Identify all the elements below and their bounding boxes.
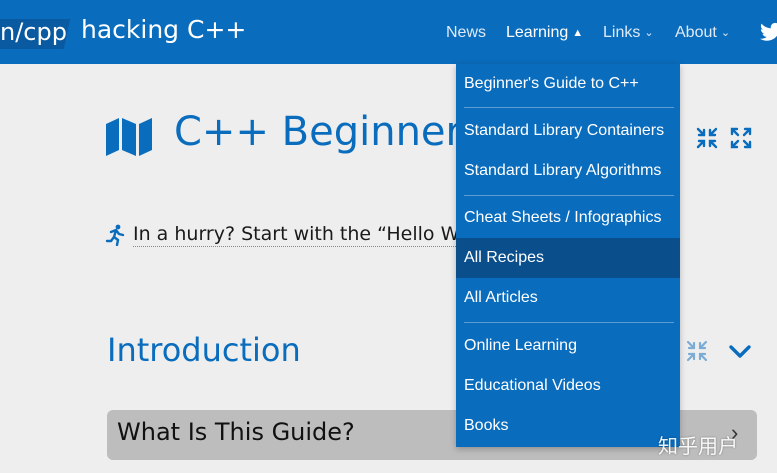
map-icon [106,118,152,156]
chevron-up-icon: ▲ [572,27,584,39]
chevron-down-icon: ⌄ [720,27,731,39]
menu-item-all-recipes[interactable]: All Recipes [456,238,680,278]
hurry-link[interactable]: In a hurry? Start with the “Hello Wo [133,223,470,247]
nav-learning[interactable]: Learning ▲ [506,24,583,42]
menu-divider [464,322,674,323]
nav-about[interactable]: About ⌄ [675,24,730,42]
nav-news-label: News [446,24,487,41]
learning-dropdown-menu: Beginner's Guide to C++ Standard Library… [456,64,680,447]
nav-news[interactable]: News [446,24,486,42]
chevron-down-icon[interactable] [728,342,752,362]
menu-divider [464,107,674,108]
nav-links-label: Links [603,24,641,41]
nav-about-label: About [675,24,717,41]
site-title[interactable]: hacking C++ [81,15,246,44]
collapse-all-icon[interactable] [696,127,718,149]
menu-divider [464,195,674,196]
menu-item-std-algorithms[interactable]: Standard Library Algorithms [456,151,680,191]
twitter-icon[interactable] [760,22,777,42]
nav-links[interactable]: Links ⌄ [603,24,654,42]
zhihu-watermark: 知乎用户 [658,434,738,458]
logo-text[interactable]: n/cpp [0,18,67,46]
page-title: C++ Beginner's [174,109,494,155]
chevron-down-icon: ⌄ [644,27,654,39]
introduction-heading: Introduction [107,331,301,369]
collapse-section-icon[interactable] [686,340,708,362]
menu-item-educational-videos[interactable]: Educational Videos [456,366,680,406]
menu-item-std-containers[interactable]: Standard Library Containers [456,111,680,151]
menu-item-books[interactable]: Books [456,406,680,446]
menu-item-cheat-sheets[interactable]: Cheat Sheets / Infographics [456,198,680,238]
guide-section-title[interactable]: What Is This Guide? [117,418,355,446]
top-bar: n/cpp hacking C++ News Learning ▲ Links ⌄ … [0,0,777,64]
expand-all-icon[interactable] [730,127,752,149]
menu-item-online-learning[interactable]: Online Learning [456,326,680,366]
menu-item-beginners-guide[interactable]: Beginner's Guide to C++ [456,64,680,104]
runner-icon [105,224,125,246]
nav-learning-label: Learning [506,24,569,41]
menu-item-all-articles[interactable]: All Articles [456,278,680,318]
